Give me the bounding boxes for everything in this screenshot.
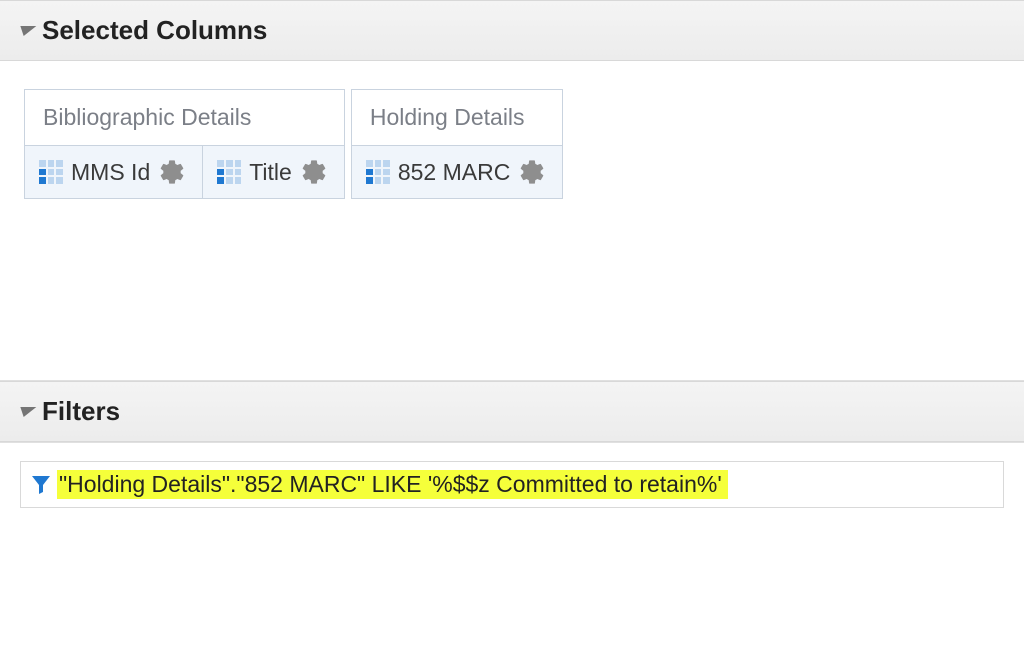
- selected-columns-header[interactable]: Selected Columns: [0, 0, 1024, 61]
- column-item-title[interactable]: Title: [203, 146, 344, 198]
- column-icon: [39, 160, 63, 184]
- filters-body: "Holding Details"."852 MARC" LIKE '%$$z …: [0, 442, 1024, 568]
- group-items: 852 MARC: [352, 146, 562, 198]
- gear-icon[interactable]: [518, 158, 546, 186]
- collapse-icon: [16, 407, 37, 417]
- column-group-holding: Holding Details 852 MARC: [351, 89, 563, 199]
- column-item-mms-id[interactable]: MMS Id: [25, 146, 203, 198]
- filter-expression: "Holding Details"."852 MARC" LIKE '%$$z …: [57, 470, 728, 499]
- column-item-852-marc[interactable]: 852 MARC: [352, 146, 562, 198]
- column-icon: [366, 160, 390, 184]
- column-groups: Bibliographic Details MMS Id: [24, 89, 1000, 199]
- selected-columns-body: Bibliographic Details MMS Id: [0, 61, 1024, 381]
- collapse-icon: [16, 26, 37, 36]
- gear-icon[interactable]: [300, 158, 328, 186]
- column-label: MMS Id: [69, 159, 152, 186]
- group-title: Holding Details: [352, 90, 562, 146]
- column-label: Title: [247, 159, 294, 186]
- group-items: MMS Id Title: [25, 146, 344, 198]
- column-icon: [217, 160, 241, 184]
- column-group-bibliographic: Bibliographic Details MMS Id: [24, 89, 345, 199]
- funnel-icon: [29, 472, 53, 498]
- filters-title: Filters: [42, 396, 120, 427]
- filters-header[interactable]: Filters: [0, 381, 1024, 442]
- selected-columns-title: Selected Columns: [42, 15, 267, 46]
- column-label: 852 MARC: [396, 159, 512, 186]
- filter-row[interactable]: "Holding Details"."852 MARC" LIKE '%$$z …: [20, 461, 1004, 508]
- gear-icon[interactable]: [158, 158, 186, 186]
- group-title: Bibliographic Details: [25, 90, 344, 146]
